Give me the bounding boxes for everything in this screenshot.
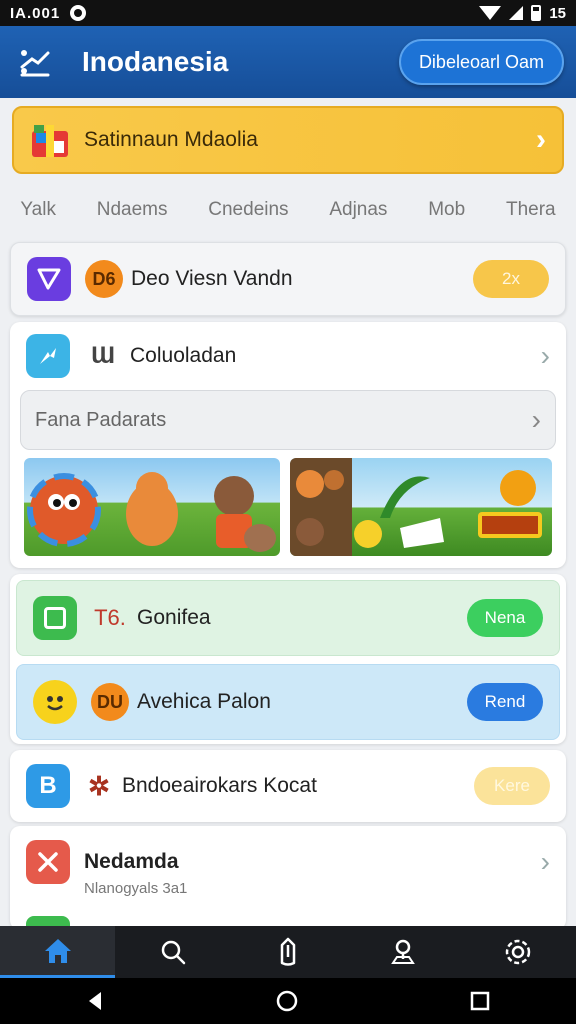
search-label: Fana Padarats [35,408,167,431]
menu-chart-icon[interactable] [18,45,52,79]
app-title: Inodanesia [82,46,229,77]
tab-adjnas[interactable]: Adjnas [329,199,387,221]
gift-icon [32,125,68,157]
search-row[interactable]: Fana Padarats › [20,390,556,450]
header-action-button[interactable]: Dibeleoarl Oam [398,39,564,85]
tab-ndaems[interactable]: Ndaems [97,199,168,221]
nav-home[interactable] [0,926,116,978]
list-item[interactable]: T6. Gonifea Nena [16,580,560,656]
category-tabs: Yalk Ndaems Cnedeins Adjnas Mob Thera [0,190,576,230]
back-icon[interactable] [85,990,105,1012]
game-thumbnail[interactable] [24,458,280,556]
location-icon [391,939,416,964]
status-text: IA.001 [10,4,61,22]
square-icon [33,596,77,640]
featured-card: Ɯ Coluoladan › Fana Padarats › [10,322,566,568]
smiley-icon [33,680,77,724]
nav-location[interactable] [346,926,461,978]
nav-search[interactable] [115,926,230,978]
home-circle-icon[interactable] [275,989,299,1013]
upload-icon [280,937,296,966]
nav-settings[interactable] [461,926,576,978]
row-badge: Ɯ [91,342,115,369]
nav-upload[interactable] [230,926,345,978]
tab-yalk[interactable]: Yalk [20,199,56,221]
tab-thera[interactable]: Thera [506,199,556,221]
settings-icon [506,939,531,965]
chevron-right-icon: › [540,846,550,877]
recents-icon[interactable] [469,990,491,1012]
send-icon [27,257,71,301]
list-item[interactable]: DU Avehica Palon Rend [16,664,560,740]
chevron-right-icon: › [531,404,541,435]
row-badge: D6 [85,260,123,298]
system-navigation [0,978,576,1024]
row-action-button[interactable]: Nena [467,599,543,637]
row-label: Avehica Palon [137,690,271,713]
list-item[interactable]: D6 Deo Viesn Vandn 2x [10,242,566,316]
tab-cnedeins[interactable]: Cnedeins [208,199,288,221]
row-badge: T6. [94,605,126,630]
chevron-right-icon: › [540,340,550,371]
list-item[interactable]: B ✲ Bndoeairokars Kocat Kere [10,750,566,822]
b-icon: B [26,764,70,808]
row-label: Gonifea [137,606,211,629]
row-title: Nedamda [84,850,179,873]
row-action-button[interactable]: Kere [474,767,550,805]
chevron-right-icon: › [536,123,546,156]
bottom-navigation [0,926,576,978]
app-bar: Inodanesia Dibeleoarl Oam [0,26,576,98]
tab-mob[interactable]: Mob [428,199,465,221]
list-item[interactable]: Nedamda › Nlanogyals 3a1 [10,826,566,930]
gear-badge-icon: ✲ [88,770,110,801]
home-icon [44,938,71,963]
notification-icon [70,5,87,21]
close-icon [26,840,70,884]
row-label: Coluoladan [130,344,237,367]
offers-card: T6. Gonifea Nena DU Avehica Palon Rend [10,574,566,744]
battery-level: 15 [549,4,566,22]
list-item[interactable]: Ɯ Coluoladan › [10,322,566,390]
promo-banner-label: Satinnaun Mdaolia [84,128,258,151]
row-action-button[interactable]: Rend [467,683,543,721]
row-label: Bndoeairokars Kocat [122,774,317,797]
search-icon [161,940,186,965]
row-label: Deo Viesn Vandn [131,267,293,290]
wifi-icon [479,6,502,20]
status-bar: IA.001 15 [0,0,576,26]
arrow-icon [26,334,70,378]
promo-banner[interactable]: Satinnaun Mdaolia › [12,106,564,174]
battery-icon [531,5,542,21]
row-badge: DU [91,683,129,721]
signal-icon [509,6,524,20]
row-subtitle: Nlanogyals 3a1 [84,880,188,897]
game-thumbnail[interactable] [290,458,552,556]
row-action-button[interactable]: 2x [473,260,549,298]
